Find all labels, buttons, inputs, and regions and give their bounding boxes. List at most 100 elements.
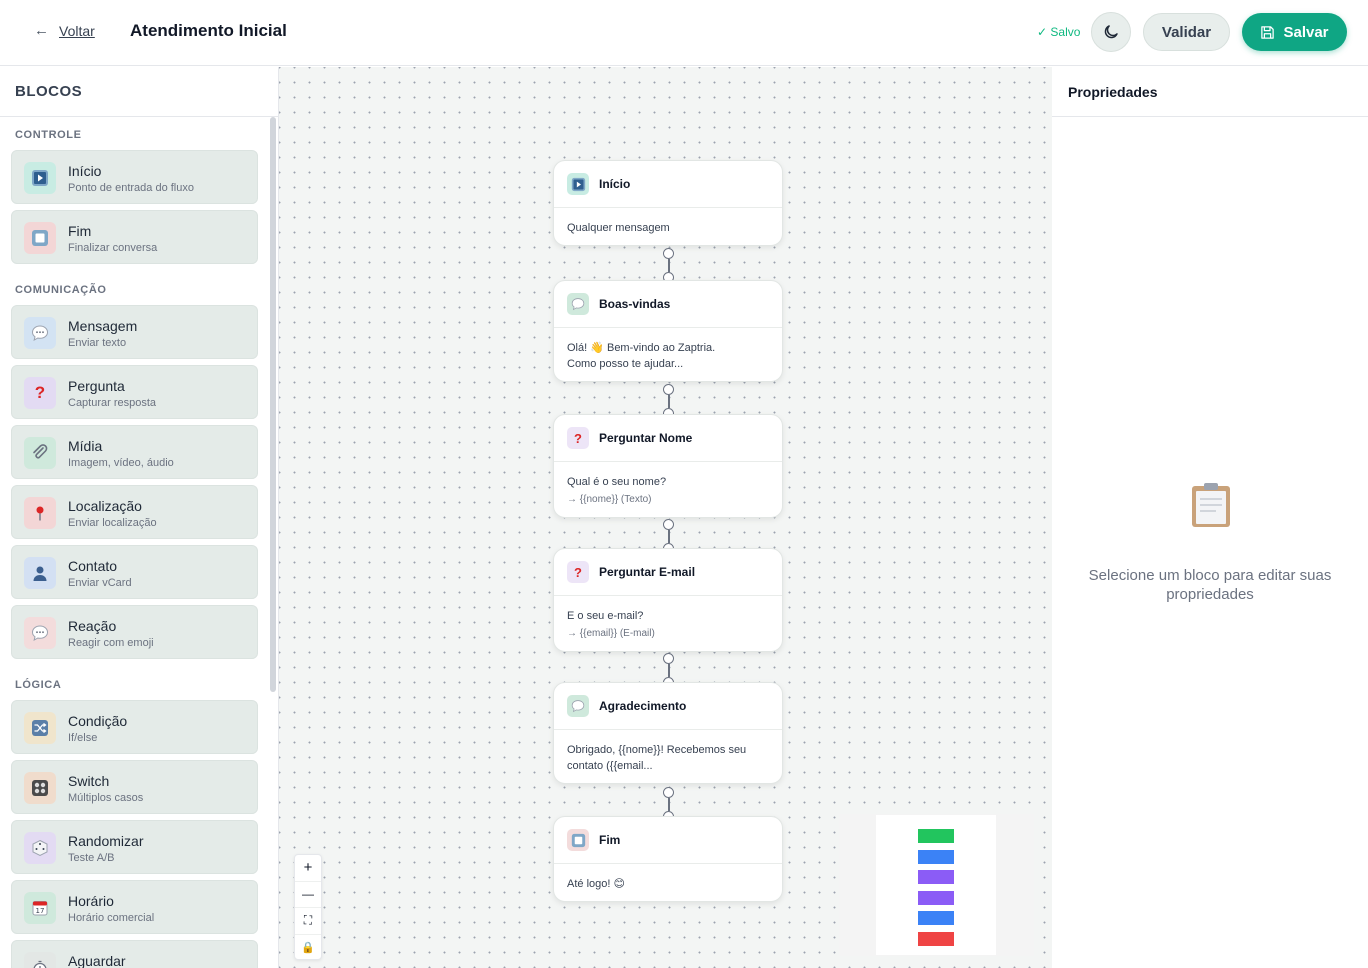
- moon-icon: [1104, 25, 1118, 39]
- block-name: Localização: [68, 498, 142, 514]
- flow-node-inicio[interactable]: Início Qualquer mensagem: [553, 160, 783, 246]
- block-pergunta[interactable]: ? Pergunta Capturar resposta: [11, 365, 258, 419]
- node-body: E o seu e-mail?: [567, 610, 644, 622]
- node-title: Perguntar E-mail: [599, 565, 696, 579]
- play-icon: [567, 173, 589, 195]
- minimap-node: [918, 849, 954, 864]
- save-button[interactable]: Salvar: [1242, 13, 1347, 51]
- block-midia[interactable]: Mídia Imagem, vídeo, áudio: [11, 425, 258, 479]
- block-name: Randomizar: [68, 833, 144, 849]
- empty-state-message: Selecione um bloco para editar suas prop…: [1088, 567, 1332, 603]
- pin-icon: [24, 497, 56, 529]
- block-name: Condição: [68, 713, 128, 729]
- block-randomizar[interactable]: Randomizar Teste A/B: [11, 820, 258, 874]
- node-title: Perguntar Nome: [599, 431, 693, 445]
- node-title: Boas-vindas: [599, 297, 671, 311]
- minimap[interactable]: [839, 814, 1034, 956]
- block-desc: Finalizar conversa: [68, 242, 158, 254]
- question-mark-icon: ?: [567, 561, 589, 583]
- section-title: CONTROLE: [15, 129, 82, 141]
- minimap-node: [918, 931, 954, 946]
- block-name: Contato: [68, 558, 118, 574]
- zoom-in-button[interactable]: +: [295, 855, 321, 882]
- block-name: Início: [68, 163, 102, 179]
- properties-panel: Propriedades Selecione um bloco para edi…: [1052, 67, 1368, 968]
- stopwatch-icon: [24, 952, 56, 968]
- saved-status: ✓ Salvo: [1037, 25, 1081, 39]
- zoom-out-button[interactable]: —: [295, 882, 321, 908]
- block-mensagem[interactable]: Mensagem Enviar texto: [11, 305, 258, 359]
- stop-icon: [24, 222, 56, 254]
- dice-icon: [24, 832, 56, 864]
- back-label: Voltar: [59, 22, 95, 39]
- back-link[interactable]: ← Voltar: [34, 22, 95, 39]
- block-contato[interactable]: Contato Enviar vCard: [11, 545, 258, 599]
- block-desc: Teste A/B: [68, 852, 115, 864]
- speech-bubble-icon: [567, 293, 589, 315]
- floppy-disk-icon: [1261, 25, 1275, 39]
- node-body: contato ({{email...: [567, 760, 653, 772]
- properties-title: Propriedades: [1052, 67, 1368, 117]
- block-desc: If/else: [68, 732, 98, 744]
- block-name: Switch: [68, 773, 110, 789]
- block-desc: Reagir com emoji: [68, 637, 154, 649]
- block-desc: Imagem, vídeo, áudio: [68, 457, 174, 469]
- block-inicio[interactable]: Início Ponto de entrada do fluxo: [11, 150, 258, 204]
- node-body: Olá! 👋 Bem-vindo ao Zaptria.: [567, 342, 716, 354]
- block-desc: Enviar texto: [68, 337, 127, 349]
- flow-node-boas-vindas[interactable]: Boas-vindas Olá! 👋 Bem-vindo ao Zaptria.…: [553, 280, 783, 382]
- flow-node-perguntar-email[interactable]: ? Perguntar E-mail E o seu e-mail? → {{e…: [553, 548, 783, 652]
- block-name: Reação: [68, 618, 117, 634]
- node-variable: → {{email}} (E-mail): [567, 628, 655, 639]
- block-desc: Horário comercial: [68, 912, 155, 924]
- block-desc: Enviar localização: [68, 517, 157, 529]
- block-desc: Capturar resposta: [68, 397, 157, 409]
- block-aguardar[interactable]: Aguardar: [11, 940, 258, 968]
- flow-canvas[interactable]: Início Qualquer mensagem Boas-vindas Olá…: [279, 67, 1052, 968]
- play-icon: [24, 162, 56, 194]
- block-switch[interactable]: Switch Múltiplos casos: [11, 760, 258, 814]
- block-condicao[interactable]: Condição If/else: [11, 700, 258, 754]
- theme-toggle-button[interactable]: [1091, 12, 1131, 52]
- flow-node-perguntar-nome[interactable]: ? Perguntar Nome Qual é o seu nome? → {{…: [553, 414, 783, 518]
- block-name: Mídia: [68, 438, 103, 454]
- minimap-node: [918, 890, 954, 905]
- sidebar-title: BLOCOS: [0, 67, 278, 117]
- shuffle-icon: [24, 712, 56, 744]
- blocks-sidebar: BLOCOS CONTROLE Início Ponto de entrada …: [0, 67, 279, 968]
- lock-button[interactable]: 🔒: [295, 935, 321, 962]
- control-knobs-icon: [24, 772, 56, 804]
- top-bar: ← Voltar Atendimento Inicial ✓ Salvo Val…: [0, 0, 1368, 66]
- flow-node-fim[interactable]: Fim Até logo! 😊: [553, 816, 783, 902]
- fit-view-button[interactable]: ⛶: [295, 908, 321, 935]
- arrow-left-icon: ←: [34, 22, 49, 39]
- flow-node-agradecimento[interactable]: Agradecimento Obrigado, {{nome}}! Recebe…: [553, 682, 783, 784]
- edge-connector[interactable]: [663, 248, 674, 283]
- node-variable: → {{nome}} (Texto): [567, 494, 652, 505]
- paperclip-icon: [24, 437, 56, 469]
- block-horario[interactable]: 17 Horário Horário comercial: [11, 880, 258, 934]
- block-fim[interactable]: Fim Finalizar conversa: [11, 210, 258, 264]
- flow-title: Atendimento Inicial: [130, 21, 287, 40]
- block-name: Pergunta: [68, 378, 125, 394]
- validate-button[interactable]: Validar: [1143, 13, 1230, 51]
- block-localizacao[interactable]: Localização Enviar localização: [11, 485, 258, 539]
- speech-bubble-icon: [24, 317, 56, 349]
- minimap-node: [918, 829, 954, 843]
- node-body: Qual é o seu nome?: [567, 476, 667, 488]
- svg-text:17: 17: [36, 907, 45, 915]
- block-name: Horário: [68, 893, 114, 909]
- sidebar-scrollbar[interactable]: [270, 117, 276, 692]
- clipboard-icon: [1192, 483, 1230, 527]
- save-label: Salvar: [1283, 23, 1329, 41]
- node-title: Agradecimento: [599, 699, 687, 713]
- calendar-icon: 17: [24, 892, 56, 924]
- node-body: Obrigado, {{nome}}! Recebemos seu: [567, 744, 747, 756]
- node-body: Até logo! 😊: [567, 878, 625, 890]
- question-mark-icon: ?: [24, 377, 56, 409]
- speech-bubble-icon: [24, 617, 56, 649]
- minimap-viewport: [876, 815, 996, 955]
- section-title: LÓGICA: [15, 679, 62, 691]
- block-reacao[interactable]: Reação Reagir com emoji: [11, 605, 258, 659]
- person-icon: [24, 557, 56, 589]
